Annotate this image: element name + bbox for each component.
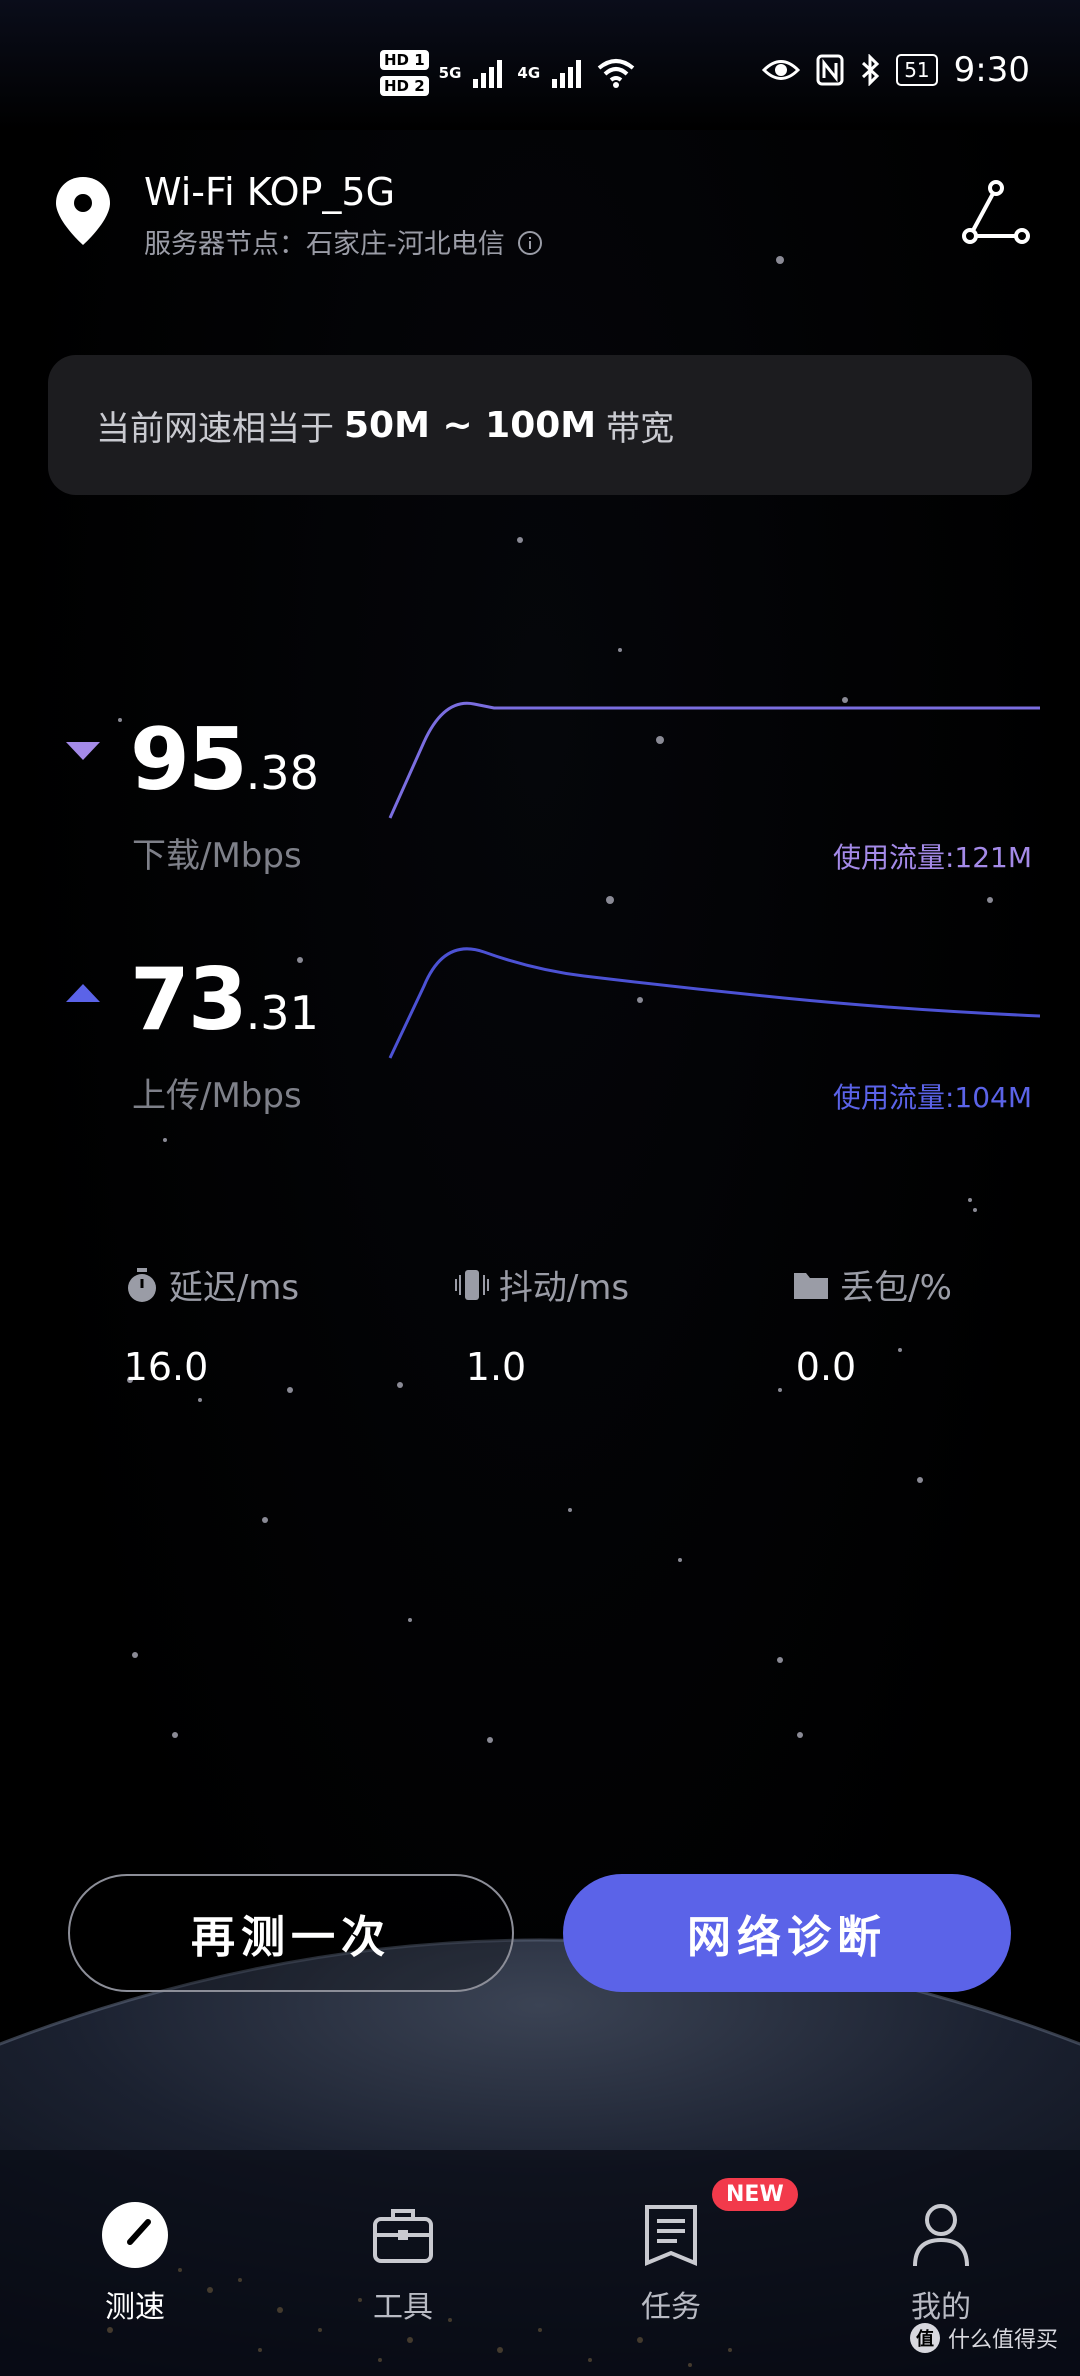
tab-speedtest[interactable]: 测速 — [60, 2200, 210, 2326]
upload-unit: 上传/Mbps — [132, 1076, 302, 1116]
download-speed-int: 95 — [130, 710, 248, 810]
volte-badges: HD 1 HD 2 — [380, 50, 429, 96]
network-type-4g: 4G — [517, 64, 541, 82]
new-badge: NEW — [712, 2178, 798, 2211]
download-traffic: 使用流量:121M — [832, 841, 1032, 874]
nfc-icon — [816, 54, 844, 86]
speedtest-screen: HD 1 HD 2 5G 4G 51 9:30 Wi-Fi KOP_5G 服务器… — [0, 0, 1080, 2376]
eye-comfort-icon — [762, 60, 801, 80]
status-bar-system: 51 9:30 — [762, 50, 1030, 90]
packet-loss-label: 丢包/% — [840, 1268, 952, 1308]
download-speed-dec: .38 — [245, 746, 319, 800]
upload-speed-chart — [388, 947, 1040, 1059]
bandwidth-range: 50M ~ 100M — [344, 404, 597, 446]
tab-label: 测速 — [105, 2290, 165, 2325]
wifi-network-name: Wi-Fi KOP_5G — [144, 170, 396, 214]
upload-speed-dec: .31 — [245, 986, 319, 1040]
download-speed: 95.38 — [130, 710, 319, 810]
packet-loss-metric: 丢包/% 0.0 — [722, 1260, 1022, 1389]
location-pin-icon — [56, 177, 110, 245]
vibration-icon — [454, 1269, 489, 1300]
network-type-5g: 5G — [438, 64, 462, 82]
stopwatch-icon — [127, 1267, 156, 1302]
user-icon — [913, 2204, 969, 2267]
tab-tools[interactable]: 工具 — [328, 2200, 478, 2326]
banner-suffix: 带宽 — [606, 408, 675, 449]
signal-bars-icon — [552, 60, 582, 88]
status-time: 9:30 — [953, 50, 1030, 90]
battery-level: 51 — [896, 54, 938, 86]
upload-arrow-icon — [66, 984, 100, 1002]
upload-traffic: 使用流量:104M — [832, 1081, 1032, 1114]
download-unit: 下载/Mbps — [132, 836, 302, 876]
toolbox-icon — [373, 2209, 433, 2263]
watermark: 值 什么值得买 — [909, 2322, 1058, 2354]
tab-tasks[interactable]: 任务 — [596, 2200, 746, 2326]
bluetooth-icon — [862, 54, 880, 86]
packet-loss-value: 0.0 — [795, 1345, 857, 1389]
bandwidth-banner: 当前网速相当于 50M ~ 100M 带宽 — [48, 355, 1032, 495]
tab-profile[interactable]: 我的 — [866, 2200, 1016, 2326]
hd1-badge: HD 1 — [380, 50, 429, 70]
info-icon[interactable] — [517, 230, 543, 256]
upload-speed-int: 73 — [130, 950, 248, 1050]
watermark-text: 什么值得买 — [947, 2328, 1058, 2353]
task-list-icon — [645, 2205, 697, 2266]
watermark-logo: 值 — [909, 2323, 940, 2353]
folder-icon — [794, 1272, 829, 1299]
server-node-label: 服务器节点：石家庄-河北电信 — [144, 229, 505, 260]
download-speed-chart — [388, 701, 1040, 819]
latency-label: 延迟/ms — [168, 1268, 300, 1308]
hd2-badge: HD 2 — [380, 76, 429, 96]
retest-button[interactable]: 再测一次 — [68, 1874, 514, 1992]
tab-label: 任务 — [641, 2290, 701, 2325]
network-diagnose-button[interactable]: 网络诊断 — [563, 1874, 1011, 1992]
jitter-label: 抖动/ms — [498, 1268, 630, 1308]
download-arrow-icon — [66, 742, 100, 760]
speedometer-icon — [102, 2202, 168, 2268]
status-bar-signals: HD 1 HD 2 5G 4G — [380, 50, 636, 96]
wifi-icon — [597, 59, 635, 88]
tab-label: 我的 — [911, 2290, 971, 2325]
upload-speed: 73.31 — [130, 950, 319, 1050]
share-icon[interactable] — [960, 180, 1032, 246]
server-node-info[interactable]: 服务器节点：石家庄-河北电信 — [144, 222, 543, 261]
signal-bars-icon — [473, 60, 503, 88]
tab-label: 工具 — [373, 2290, 433, 2325]
banner-prefix: 当前网速相当于 — [96, 408, 334, 449]
